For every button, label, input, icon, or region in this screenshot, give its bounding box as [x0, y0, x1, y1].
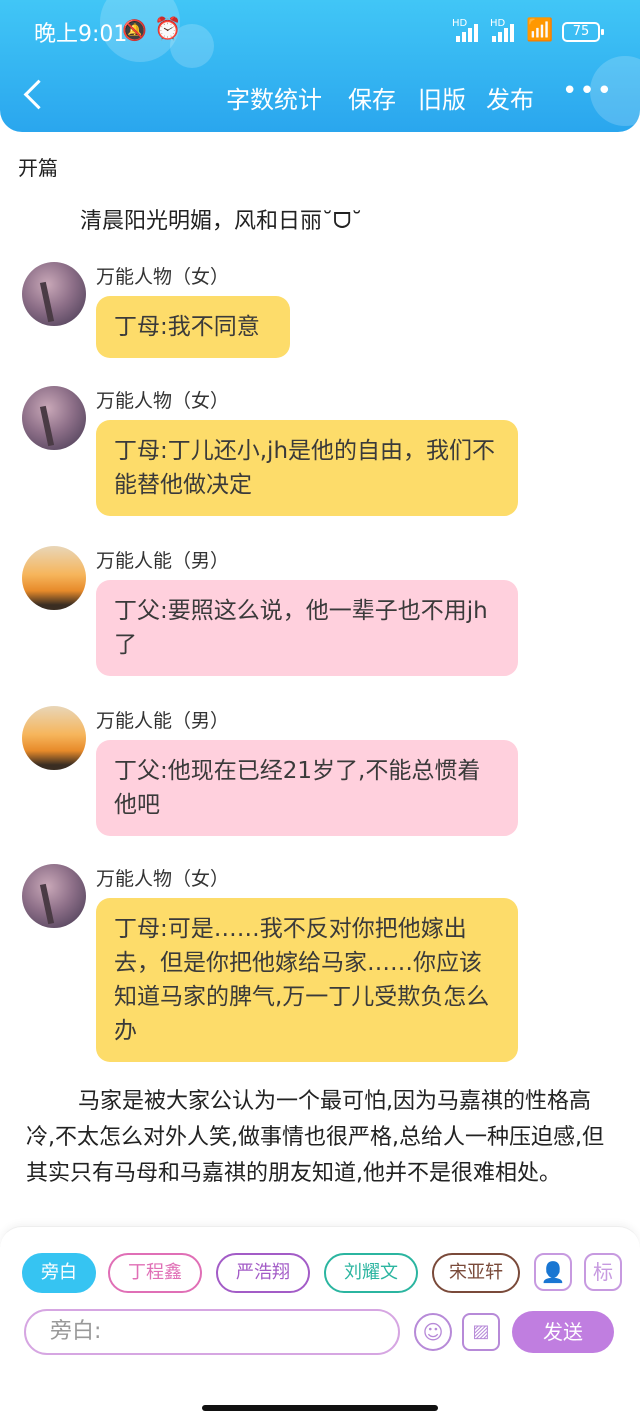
- chapter-title: 开篇: [18, 156, 58, 180]
- avatar[interactable]: [22, 546, 86, 610]
- header: 晚上9:01 🔕 ⏰ HD HD 📶 75 字数统计 保存 旧版 发布 •••: [0, 0, 640, 132]
- back-icon[interactable]: [24, 78, 44, 110]
- mute-bell-icon: 🔕: [122, 18, 147, 42]
- narration-paragraph[interactable]: 马家是被大家公认为一个最可怕,因为马嘉祺的性格高冷,不太怎么对外人笑,做事情也很…: [26, 1084, 616, 1192]
- image-icon[interactable]: ▨: [462, 1313, 500, 1351]
- avatar[interactable]: [22, 386, 86, 450]
- message-bubble[interactable]: 丁父:他现在已经21岁了,不能总惯着他吧: [96, 740, 518, 836]
- message-input[interactable]: 旁白:: [24, 1309, 400, 1355]
- speaker-name: 万能人能（男）: [96, 710, 230, 732]
- message-bubble[interactable]: 丁母:我不同意: [96, 296, 290, 358]
- alarm-icon: ⏰: [154, 17, 182, 42]
- role-chip[interactable]: 宋亚轩: [432, 1253, 520, 1293]
- signal-icon: [492, 22, 522, 42]
- battery-icon: 75: [562, 22, 604, 42]
- emoji-icon[interactable]: ☺: [414, 1313, 452, 1351]
- signal-icon: [456, 22, 486, 42]
- avatar[interactable]: [22, 262, 86, 326]
- role-chip[interactable]: 刘耀文: [324, 1253, 418, 1293]
- wifi-icon: 📶: [526, 18, 554, 43]
- role-chip[interactable]: 丁程鑫: [108, 1253, 202, 1293]
- role-chip-narration[interactable]: 旁白: [22, 1253, 96, 1293]
- save-button[interactable]: 保存: [348, 80, 396, 115]
- speaker-name: 万能人物（女）: [96, 266, 230, 288]
- speaker-name: 万能人能（男）: [96, 550, 230, 572]
- role-manage-icon[interactable]: 👤: [534, 1253, 572, 1291]
- more-icon[interactable]: •••: [562, 78, 614, 104]
- speaker-name: 万能人物（女）: [96, 868, 230, 890]
- word-count-button[interactable]: 字数统计: [226, 80, 322, 115]
- home-indicator: [202, 1405, 438, 1411]
- message-bubble[interactable]: 丁母:丁儿还小,jh是他的自由，我们不能替他做决定: [96, 420, 518, 516]
- send-button[interactable]: 发送: [512, 1311, 614, 1353]
- old-version-button[interactable]: 旧版: [418, 80, 466, 115]
- avatar[interactable]: [22, 706, 86, 770]
- top-toolbar: 字数统计 保存 旧版 发布 •••: [0, 72, 640, 122]
- status-bar: 晚上9:01 🔕 ⏰ HD HD 📶 75: [0, 12, 640, 52]
- opening-narration: 清晨阳光明媚，风和日丽˘ᗜ˘: [80, 209, 363, 234]
- composer-panel: 旁白 丁程鑫 严浩翔 刘耀文 宋亚轩 👤 标 旁白: ☺ ▨ 发送: [0, 1226, 640, 1422]
- status-time: 晚上9:01: [34, 22, 128, 47]
- tag-button[interactable]: 标: [584, 1253, 622, 1291]
- message-bubble[interactable]: 丁父:要照这么说，他一辈子也不用jh了: [96, 580, 518, 676]
- message-bubble[interactable]: 丁母:可是……我不反对你把他嫁出去，但是你把他嫁给马家……你应该知道马家的脾气,…: [96, 898, 518, 1062]
- publish-button[interactable]: 发布: [486, 80, 534, 115]
- avatar[interactable]: [22, 864, 86, 928]
- role-chip[interactable]: 严浩翔: [216, 1253, 310, 1293]
- speaker-name: 万能人物（女）: [96, 390, 230, 412]
